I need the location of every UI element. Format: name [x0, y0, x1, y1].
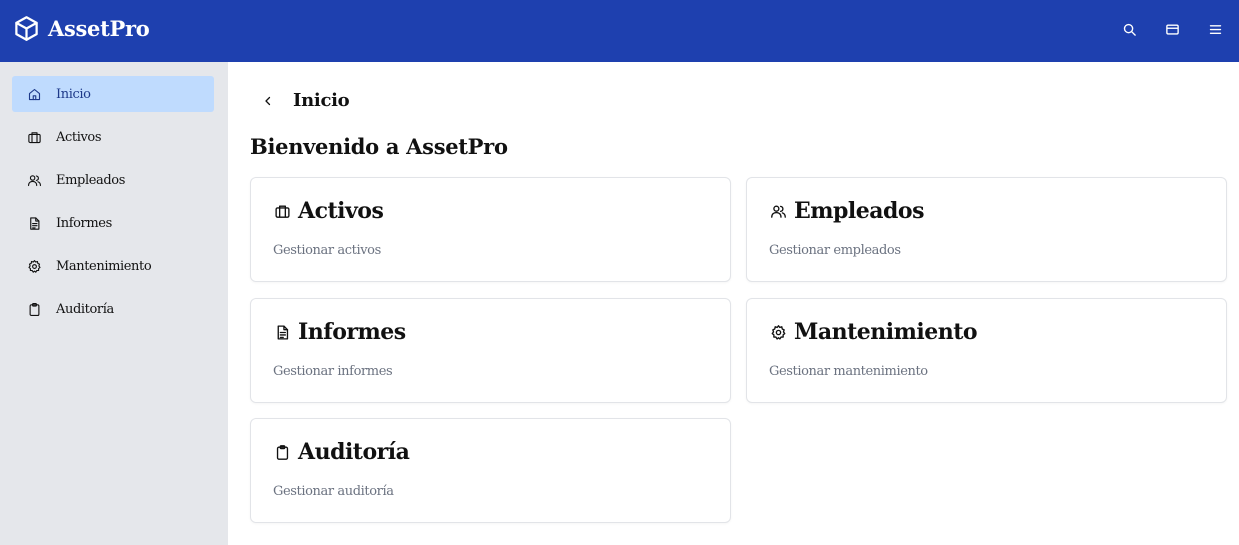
card-description: Gestionar activos — [273, 243, 381, 258]
sidebar-item-activos[interactable]: Activos — [12, 119, 214, 155]
sidebar-item-informes[interactable]: Informes — [12, 205, 214, 241]
brand[interactable]: AssetPro — [13, 15, 150, 42]
file-text-icon — [273, 323, 291, 341]
card-title: Activos — [298, 198, 384, 224]
clipboard-icon — [273, 443, 291, 461]
sidebar-item-label: Activos — [56, 129, 102, 145]
card-title: Auditoría — [298, 439, 410, 465]
top-app-bar: AssetPro — [0, 0, 1239, 62]
sidebar-item-label: Informes — [56, 215, 112, 231]
card-mantenimiento[interactable]: Mantenimiento Gestionar mantenimiento — [746, 298, 1227, 403]
card-header: Empleados — [769, 198, 924, 224]
sidebar: Inicio Activos Empleados Informes Manten… — [0, 62, 228, 545]
gear-icon — [769, 323, 787, 341]
card-title: Empleados — [794, 198, 924, 224]
card-empleados[interactable]: Empleados Gestionar empleados — [746, 177, 1227, 282]
search-button[interactable] — [1117, 19, 1141, 43]
brand-name: AssetPro — [48, 16, 150, 41]
briefcase-icon — [26, 129, 42, 145]
sidebar-item-label: Mantenimiento — [56, 258, 152, 274]
card-description: Gestionar mantenimiento — [769, 364, 928, 379]
chevron-left-icon — [262, 92, 274, 111]
credit-card-icon — [1165, 22, 1180, 41]
breadcrumb-title: Inicio — [293, 90, 350, 111]
card-header: Mantenimiento — [769, 319, 978, 345]
sidebar-item-label: Auditoría — [56, 301, 114, 317]
search-icon — [1122, 22, 1137, 41]
card-header: Informes — [273, 319, 406, 345]
card-header: Auditoría — [273, 439, 410, 465]
page-title: Bienvenido a AssetPro — [250, 134, 508, 159]
card-description: Gestionar empleados — [769, 243, 901, 258]
back-button[interactable] — [259, 92, 277, 110]
users-icon — [26, 172, 42, 188]
sidebar-item-label: Inicio — [56, 86, 91, 102]
sidebar-item-label: Empleados — [56, 172, 125, 188]
card-activos[interactable]: Activos Gestionar activos — [250, 177, 731, 282]
clipboard-icon — [26, 301, 42, 317]
sidebar-item-auditoria[interactable]: Auditoría — [12, 291, 214, 327]
card-title: Informes — [298, 319, 406, 345]
card-header: Activos — [273, 198, 384, 224]
home-icon — [26, 86, 42, 102]
cube-icon — [13, 15, 40, 42]
menu-icon — [1208, 22, 1223, 41]
payment-button[interactable] — [1160, 19, 1184, 43]
header-actions — [1098, 19, 1227, 43]
main-content: Inicio Bienvenido a AssetPro Activos Ges… — [228, 62, 1239, 545]
sidebar-item-mantenimiento[interactable]: Mantenimiento — [12, 248, 214, 284]
sidebar-item-inicio[interactable]: Inicio — [12, 76, 214, 112]
sidebar-item-empleados[interactable]: Empleados — [12, 162, 214, 198]
briefcase-icon — [273, 202, 291, 220]
users-icon — [769, 202, 787, 220]
file-text-icon — [26, 215, 42, 231]
card-description: Gestionar auditoría — [273, 484, 394, 499]
card-description: Gestionar informes — [273, 364, 393, 379]
card-auditoria[interactable]: Auditoría Gestionar auditoría — [250, 418, 731, 523]
card-title: Mantenimiento — [794, 319, 978, 345]
gear-icon — [26, 258, 42, 274]
card-informes[interactable]: Informes Gestionar informes — [250, 298, 731, 403]
menu-button[interactable] — [1203, 19, 1227, 43]
